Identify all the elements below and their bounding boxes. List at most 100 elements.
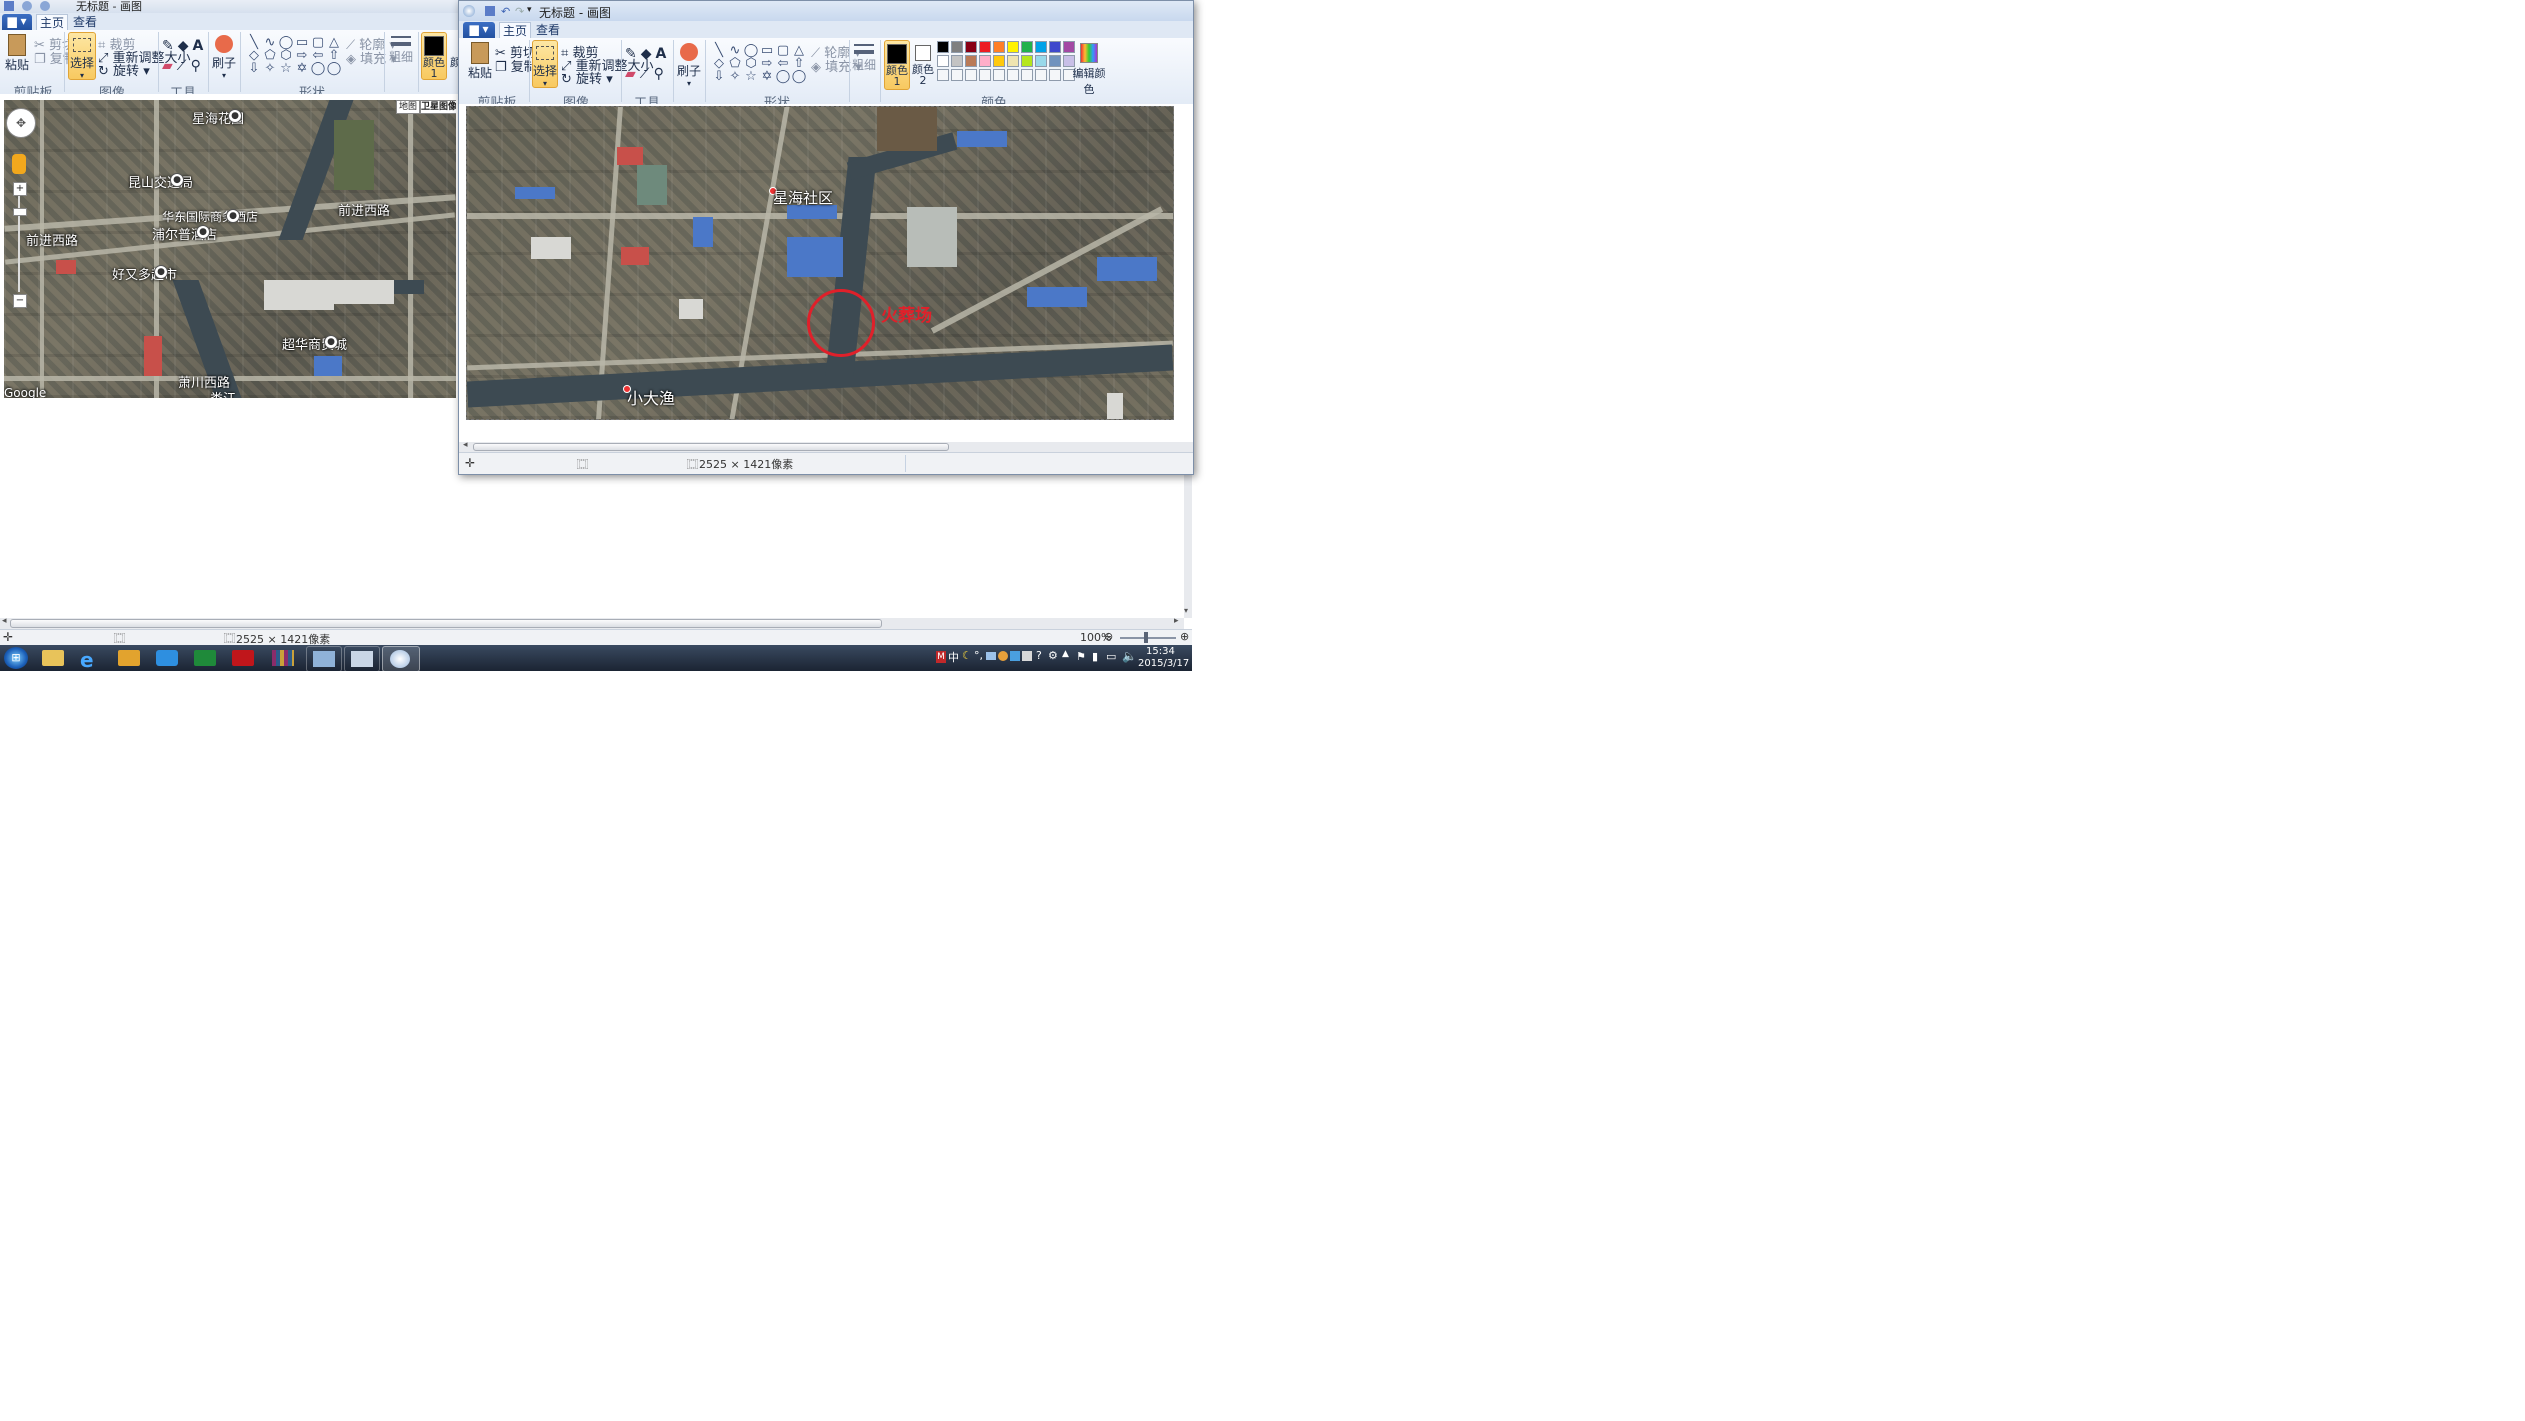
rotate-button[interactable]: ↻ 旋转 ▾ [98, 60, 150, 79]
tray-app-icon[interactable] [998, 651, 1008, 661]
shapes-gallery[interactable]: ╲ ∿ ◯ ▭ ▢ △ ◇ ⬠ ⬡ ⇨ ⇦ ⇧ ⇩ ✧ ☆ ✡ ◯ ◯ [709, 42, 809, 84]
zoom-thumb[interactable] [1144, 632, 1148, 643]
quick-access-redo-icon[interactable] [40, 1, 50, 11]
zoom-in-icon[interactable]: ⊕ [1180, 630, 1189, 643]
color-palette[interactable] [937, 41, 1077, 85]
back-satellite-map[interactable]: 星海花园 ● 昆山交通局 ● 华东国际商务酒店 ● 前进西路 前进西路 浦尔普酒… [4, 100, 456, 398]
callout2-shape-icon[interactable]: ◯ [324, 60, 344, 78]
palette-swatch[interactable] [1035, 69, 1047, 81]
palette-swatch[interactable] [951, 55, 963, 67]
taskbar-window-1[interactable] [306, 646, 342, 672]
taskbar-ie[interactable]: e [76, 646, 106, 672]
palette-swatch[interactable] [979, 55, 991, 67]
fill-bucket-icon[interactable]: ◆ [178, 38, 193, 54]
zoom-out-icon[interactable]: ⊖ [1104, 630, 1113, 643]
magnifier-icon[interactable]: ⚲ [191, 58, 205, 74]
ime-m-icon[interactable]: M [936, 651, 946, 663]
magnifier-icon[interactable]: ⚲ [654, 66, 668, 82]
quick-access-save-icon[interactable] [4, 1, 14, 11]
palette-swatch[interactable] [1035, 55, 1047, 67]
quick-access-redo-icon[interactable]: ↷ [515, 5, 524, 18]
zoom-track[interactable] [1120, 637, 1176, 639]
punctuation-icon[interactable]: °, [974, 649, 983, 662]
palette-swatch[interactable] [965, 69, 977, 81]
map-type-map-button[interactable]: 地图 [396, 100, 420, 114]
size-button[interactable]: 粗细 [852, 40, 876, 86]
settings-icon[interactable]: ⚙ [1048, 649, 1058, 662]
palette-swatch[interactable] [993, 41, 1005, 53]
zoom-out-button[interactable]: − [13, 294, 27, 308]
back-vertical-scrollbar[interactable]: ▾ [1184, 474, 1192, 618]
eraser-icon[interactable]: ▰ [162, 58, 177, 74]
size-button[interactable]: 粗细 [388, 32, 414, 78]
text-icon[interactable]: A [193, 38, 208, 54]
zoom-in-button[interactable]: + [13, 182, 27, 196]
palette-swatch[interactable] [979, 69, 991, 81]
action-center-icon[interactable]: ⚑ [1076, 650, 1086, 663]
scroll-left-arrow-icon[interactable]: ◂ [2, 616, 7, 626]
front-satellite-map[interactable]: 星海社区 小大渔 火葬场 [466, 106, 1174, 420]
taskbar-excel[interactable] [190, 646, 220, 670]
keyboard-icon[interactable] [986, 652, 996, 660]
ime-indicator[interactable]: 中 [948, 649, 959, 665]
show-hidden-icons-icon[interactable]: ▲ [1062, 649, 1069, 659]
palette-swatch[interactable] [1035, 41, 1047, 53]
color-picker-icon[interactable]: ⟋ [177, 58, 191, 74]
quick-access-undo-icon[interactable]: ↶ [501, 5, 510, 18]
taskbar-explorer[interactable] [38, 646, 68, 670]
palette-swatch[interactable] [937, 41, 949, 53]
map-type-satellite-button[interactable]: 卫星图像 [420, 100, 456, 114]
taskbar-acrobat[interactable] [228, 646, 258, 670]
scroll-down-arrow-icon[interactable]: ▾ [1184, 606, 1188, 615]
front-title-bar[interactable]: ↶ ↷ ▾ 无标题 - 画图 [459, 1, 1193, 22]
clock-time[interactable]: 15:34 [1146, 646, 1175, 657]
palette-swatch[interactable] [1049, 55, 1061, 67]
palette-swatch[interactable] [1007, 69, 1019, 81]
palette-swatch[interactable] [1021, 41, 1033, 53]
palette-swatch[interactable] [1049, 69, 1061, 81]
customize-toolbar-icon[interactable]: ▾ [527, 5, 532, 15]
tab-view[interactable]: 查看 [533, 22, 563, 38]
select-button[interactable]: 选择 ▾ [68, 32, 96, 80]
palette-swatch[interactable] [937, 69, 949, 81]
callout2-shape-icon[interactable]: ◯ [789, 68, 809, 86]
palette-swatch[interactable] [993, 55, 1005, 67]
palette-swatch[interactable] [1021, 55, 1033, 67]
quick-access-undo-icon[interactable] [22, 1, 32, 11]
scrollbar-thumb[interactable] [10, 619, 882, 628]
map-pan-control[interactable]: ✥ [6, 108, 36, 138]
brush-button[interactable]: 刷子 ▾ [677, 40, 701, 88]
scrollbar-thumb[interactable] [473, 443, 949, 451]
tray-app-icon[interactable] [1010, 651, 1020, 661]
taskbar-outlook[interactable] [114, 646, 144, 670]
color1-button[interactable]: 颜色 1 [421, 32, 447, 80]
taskbar-qq[interactable] [152, 646, 182, 670]
palette-swatch[interactable] [951, 69, 963, 81]
palette-swatch[interactable] [1007, 41, 1019, 53]
quick-access-save-icon[interactable] [485, 6, 495, 16]
start-button[interactable]: ⊞ [4, 647, 28, 669]
palette-swatch[interactable] [993, 69, 1005, 81]
tab-home[interactable]: 主页 [36, 14, 68, 31]
palette-swatch[interactable] [965, 41, 977, 53]
copy-button[interactable]: ❐ 复制 [495, 56, 537, 75]
brush-button[interactable]: 刷子 ▾ [212, 32, 236, 80]
power-icon[interactable]: ▮ [1092, 650, 1098, 663]
scroll-left-arrow-icon[interactable]: ◂ [463, 440, 468, 450]
file-menu-button[interactable]: ▆ ▾ [463, 22, 495, 38]
tab-view[interactable]: 查看 [70, 14, 100, 30]
taskbar-window-2[interactable] [344, 646, 380, 672]
palette-swatch[interactable] [1021, 69, 1033, 81]
taskbar-archive[interactable] [268, 646, 298, 670]
color2-button[interactable]: 颜色 2 [911, 40, 935, 88]
volume-icon[interactable]: 🔈 [1122, 649, 1137, 663]
palette-swatch[interactable] [937, 55, 949, 67]
rotate-button[interactable]: ↻ 旋转 ▾ [561, 68, 613, 87]
paste-button[interactable]: 粘贴 [4, 32, 30, 78]
color1-button[interactable]: 颜色 1 [884, 40, 910, 90]
pegman-icon[interactable] [12, 154, 26, 174]
taskbar-paint[interactable] [382, 646, 420, 672]
fill-bucket-icon[interactable]: ◆ [641, 46, 656, 62]
palette-swatch[interactable] [965, 55, 977, 67]
eraser-icon[interactable]: ▰ [625, 66, 640, 82]
